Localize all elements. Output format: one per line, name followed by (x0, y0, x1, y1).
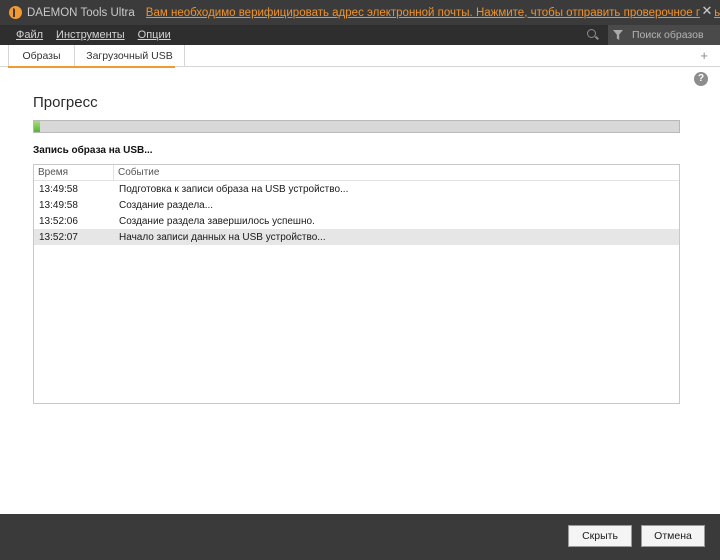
search-area: Поиск образов (586, 25, 720, 45)
menu-tools[interactable]: Инструменты (56, 29, 125, 41)
app-title: DAEMON Tools Ultra (27, 6, 135, 19)
column-header-event[interactable]: Событие (114, 165, 679, 180)
row-event: Начало записи данных на USB устройство..… (119, 231, 326, 243)
row-time: 13:49:58 (39, 183, 78, 195)
close-icon[interactable]: ✕ (700, 4, 714, 18)
progress-bar-fill (34, 121, 41, 132)
tab-images[interactable]: Образы (8, 45, 75, 66)
row-event: Создание раздела... (119, 199, 214, 211)
add-tab-icon[interactable]: + (700, 48, 708, 63)
menu-file[interactable]: Файл (16, 29, 43, 41)
menu-bar: Файл Инструменты Опции Поиск образов (0, 25, 720, 45)
row-event: Создание раздела завершилось успешно. (119, 215, 315, 227)
status-text: Запись образа на USB... (33, 145, 153, 156)
table-row[interactable]: 13:49:58 Подготовка к записи образа на U… (34, 181, 679, 197)
email-verification-link[interactable]: Вам необходимо верифицировать адрес элек… (146, 7, 720, 19)
filter-icon[interactable] (613, 30, 623, 40)
row-event: Подготовка к записи образа на USB устрой… (119, 183, 349, 195)
search-icon[interactable] (586, 25, 600, 45)
progress-bar (33, 120, 680, 133)
cancel-button[interactable]: Отмена (641, 525, 705, 547)
table-row[interactable]: 13:49:58 Создание раздела... (34, 197, 679, 213)
table-row[interactable]: 13:52:06 Создание раздела завершилось ус… (34, 213, 679, 229)
tab-bar: Образы Загрузочный USB (0, 45, 720, 67)
tab-bootable-usb[interactable]: Загрузочный USB (75, 45, 185, 66)
column-header-time[interactable]: Время (34, 165, 114, 180)
row-time: 13:52:06 (39, 215, 78, 227)
title-bar: DAEMON Tools Ultra Вам необходимо верифи… (0, 0, 720, 25)
help-icon[interactable]: ? (694, 72, 708, 86)
menu-options[interactable]: Опции (138, 29, 171, 41)
table-header: Время Событие (34, 165, 679, 181)
table-row-selected[interactable]: 13:52:07 Начало записи данных на USB уст… (34, 229, 679, 245)
row-time: 13:52:07 (39, 231, 78, 243)
tab-accent-line (8, 66, 175, 68)
row-time: 13:49:58 (39, 199, 78, 211)
page-title: Прогресс (33, 94, 98, 111)
daemon-logo-icon (9, 6, 22, 19)
search-placeholder: Поиск образов (632, 29, 704, 41)
search-input[interactable]: Поиск образов (608, 25, 720, 45)
hide-button[interactable]: Скрыть (568, 525, 632, 547)
event-log-table: Время Событие 13:49:58 Подготовка к запи… (33, 164, 680, 404)
